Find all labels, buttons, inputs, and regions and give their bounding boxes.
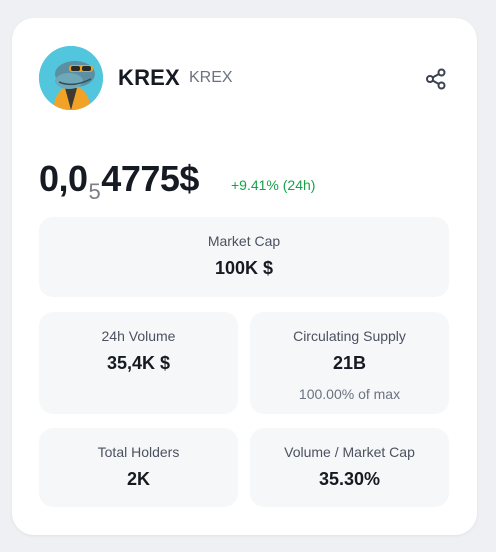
- total-holders-value: 2K: [126, 469, 150, 489]
- price-zero-count: 5: [88, 179, 101, 204]
- market-cap-label: Market Cap: [207, 233, 281, 249]
- volume-market-cap-value: 35.30%: [318, 469, 381, 489]
- market-cap-value: 100K $: [214, 258, 274, 278]
- token-ticker: KREX: [189, 69, 233, 86]
- circulating-supply-tile: Circulating Supply 21B 100.00% of max: [250, 312, 449, 414]
- volume-market-cap-tile: Volume / Market Cap 35.30%: [250, 428, 449, 507]
- token-card: KREX KREX 0,054775$ +9.41% (24h) Market …: [12, 18, 477, 535]
- lizard-avatar-icon: [39, 46, 103, 110]
- circulating-supply-value: 21B: [332, 353, 367, 373]
- total-holders-label: Total Holders: [97, 444, 180, 460]
- token-name: KREX: [118, 65, 180, 90]
- price-change-24h: +9.41% (24h): [231, 177, 316, 193]
- share-icon[interactable]: [423, 66, 449, 92]
- circulating-supply-sub: 100.00% of max: [298, 386, 401, 402]
- volume-24h-tile: 24h Volume 35,4K $: [39, 312, 238, 414]
- circulating-supply-label: Circulating Supply: [293, 328, 406, 344]
- volume-24h-label: 24h Volume: [101, 328, 176, 344]
- token-price: 0,054775$: [39, 158, 199, 204]
- price-suffix: 4775$: [101, 158, 199, 199]
- price-prefix: 0,0: [39, 158, 88, 199]
- token-header: KREX KREX: [39, 46, 449, 110]
- volume-market-cap-label: Volume / Market Cap: [284, 444, 415, 460]
- volume-24h-value: 35,4K $: [106, 353, 171, 373]
- market-cap-tile: Market Cap 100K $: [39, 217, 449, 297]
- price-row: 0,054775$ +9.41% (24h): [39, 158, 459, 204]
- total-holders-tile: Total Holders 2K: [39, 428, 238, 507]
